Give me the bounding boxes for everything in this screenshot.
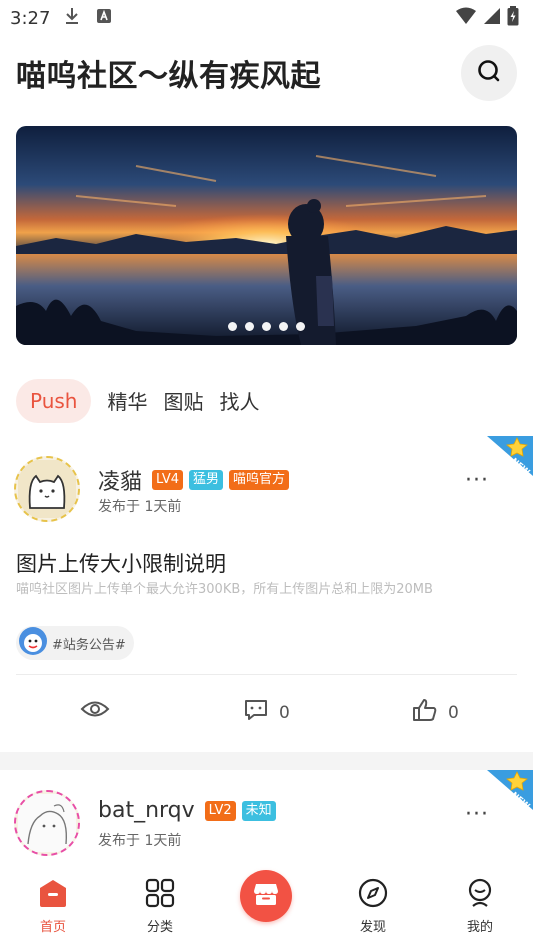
like-action[interactable]: 0 — [412, 698, 459, 727]
level-badge: LV2 — [204, 800, 236, 821]
nav-discover[interactable]: 发现 — [343, 878, 403, 935]
status-system-icons — [455, 6, 519, 30]
header: 喵呜社区～纵有疾风起 — [16, 44, 517, 102]
comment-action[interactable]: 0 — [243, 698, 290, 727]
search-button[interactable] — [461, 45, 517, 101]
font-a-icon — [96, 8, 112, 28]
profile-icon — [465, 878, 495, 912]
bottom-navigation: 首页 分类 发现 我的 — [0, 862, 533, 949]
wifi-icon — [455, 7, 477, 29]
status-notification-icons — [64, 7, 112, 29]
banner-carousel[interactable] — [16, 126, 517, 345]
nav-home[interactable]: 首页 — [23, 878, 83, 935]
author-row: bat_nrqv LV2 未知 — [98, 798, 276, 823]
gender-badge: 猛男 — [189, 470, 224, 490]
new-badge-icon: NEW — [487, 770, 533, 811]
search-icon — [476, 58, 502, 88]
official-badge: 喵呜官方 — [229, 470, 290, 490]
topic-mascot-icon — [18, 626, 48, 660]
post-title[interactable]: 图片上传大小限制说明 — [16, 548, 226, 578]
page-title: 喵呜社区～纵有疾风起 — [16, 59, 321, 94]
feed-separator — [0, 752, 533, 770]
signal-icon — [483, 7, 501, 29]
feed-tabs: Push 精华 图贴 找人 — [16, 376, 259, 425]
nav-category-label: 分类 — [146, 920, 173, 935]
nav-profile[interactable]: 我的 — [450, 878, 510, 935]
compass-icon — [358, 878, 388, 912]
gender-badge: 未知 — [241, 800, 276, 821]
thumbs-up-icon — [412, 698, 438, 727]
download-icon — [64, 7, 80, 29]
author-row: 凌貓 LV4 猛男 喵呜官方 — [98, 464, 290, 496]
home-icon — [37, 878, 69, 912]
battery-icon — [507, 6, 519, 30]
tab-image-posts[interactable]: 图贴 — [163, 376, 203, 425]
new-badge-icon: NEW — [487, 436, 533, 477]
nav-discover-label: 发现 — [359, 920, 386, 935]
status-bar: 3:27 — [0, 0, 533, 36]
post-card[interactable]: NEW 凌貓 LV4 猛男 喵呜官方 发布于 1天前 ··· 图片上传大小限制说… — [0, 436, 533, 752]
sketch-avatar-icon — [18, 794, 76, 852]
username[interactable]: 凌貓 — [98, 464, 142, 496]
topic-label: #站务公告# — [52, 637, 126, 653]
status-time: 3:27 — [10, 7, 51, 29]
carousel-dot[interactable] — [245, 322, 254, 331]
comment-icon — [243, 698, 269, 727]
comment-count: 0 — [279, 702, 290, 723]
banner-image — [16, 126, 517, 345]
shop-icon — [253, 882, 279, 910]
post-divider — [16, 674, 517, 675]
post-summary: 喵呜社区图片上传单个最大允许300KB，所有上传图片总和上限为20MB — [16, 582, 433, 597]
nav-category[interactable]: 分类 — [130, 878, 190, 935]
carousel-dot[interactable] — [262, 322, 271, 331]
nav-home-label: 首页 — [39, 920, 66, 935]
post-time: 发布于 1天前 — [98, 499, 182, 515]
nav-profile-label: 我的 — [466, 920, 493, 935]
carousel-dots — [16, 322, 517, 331]
more-options-button[interactable]: ··· — [465, 802, 489, 827]
grid-icon — [145, 878, 175, 912]
carousel-dot[interactable] — [296, 322, 305, 331]
level-badge: LV4 — [152, 470, 183, 490]
tab-find-people[interactable]: 找人 — [219, 376, 259, 425]
like-count: 0 — [448, 702, 459, 723]
post-time: 发布于 1天前 — [98, 833, 182, 849]
tab-push[interactable]: Push — [16, 378, 92, 423]
post-actions: 0 0 — [0, 698, 533, 734]
view-action[interactable] — [80, 698, 110, 725]
carousel-dot[interactable] — [228, 322, 237, 331]
nav-shop-button[interactable] — [240, 870, 292, 922]
username[interactable]: bat_nrqv — [98, 798, 195, 823]
post-card[interactable]: NEW bat_nrqv LV2 未知 发布于 1天前 ··· — [0, 770, 533, 870]
tab-featured[interactable]: 精华 — [107, 376, 147, 425]
eye-icon — [80, 698, 110, 725]
more-options-button[interactable]: ··· — [465, 468, 489, 493]
cat-avatar-icon — [18, 460, 76, 518]
avatar[interactable] — [14, 456, 80, 522]
carousel-dot[interactable] — [279, 322, 288, 331]
avatar[interactable] — [14, 790, 80, 856]
topic-tag[interactable]: #站务公告# — [16, 626, 134, 660]
